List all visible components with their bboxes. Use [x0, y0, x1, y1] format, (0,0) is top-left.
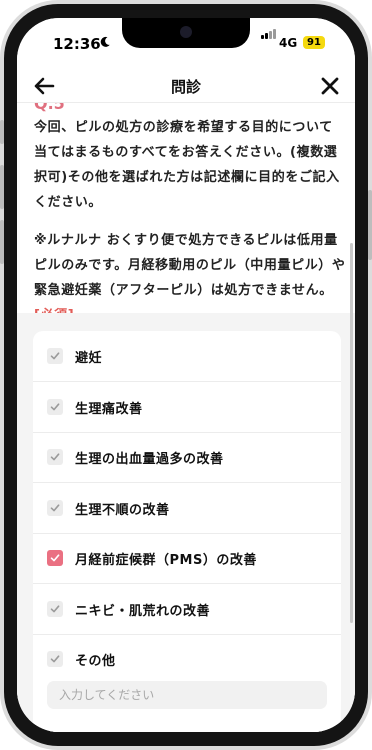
option-label: その他: [75, 654, 116, 669]
status-time: 12:36: [53, 35, 101, 53]
nav-bar: 問診: [17, 70, 355, 103]
option-label: 生理の出血量過多の改善: [75, 452, 224, 467]
check-icon: [50, 503, 60, 511]
question-text: 今回、ピルの処方の診療を希望する目的について当てはまるものすべてをお答えください…: [34, 120, 340, 210]
option-row[interactable]: 避妊: [33, 331, 341, 382]
camera-icon: [180, 26, 192, 38]
dynamic-island: [122, 18, 250, 48]
option-row[interactable]: その他: [33, 634, 341, 684]
option-label: 月経前症候群（PMS）の改善: [75, 553, 257, 568]
checkbox[interactable]: [47, 449, 63, 465]
options-card: 避妊生理痛改善生理の出血量過多の改善生理不順の改善月経前症候群（PMS）の改善ニ…: [33, 331, 341, 732]
checkbox[interactable]: [47, 600, 63, 617]
checkbox[interactable]: [47, 499, 63, 516]
option-label: 生理不順の改善: [75, 502, 170, 518]
option-label: 生理痛改善: [75, 401, 143, 417]
option-row[interactable]: ニキビ・肌荒れの改善: [33, 584, 341, 635]
question-content: Q.5 今回、ピルの処方の診療を希望する目的について当てはまるものすべてをお答え…: [17, 103, 355, 732]
scrollbar[interactable]: [350, 243, 353, 623]
option-label: ニキビ・肌荒れの改善: [75, 603, 211, 619]
power-button: [368, 190, 372, 260]
network-label: 4G: [279, 36, 298, 50]
option-row[interactable]: 生理痛改善: [33, 382, 341, 433]
option-row[interactable]: 月経前症候群（PMS）の改善: [33, 533, 341, 584]
check-icon: [50, 655, 60, 663]
moon-icon: [100, 36, 110, 47]
page-title: 問診: [170, 78, 201, 96]
option-row[interactable]: 生理不順の改善: [33, 483, 341, 534]
check-icon: [50, 453, 60, 461]
question-number: Q.5: [34, 103, 65, 113]
battery-icon: 91: [303, 36, 325, 49]
check-icon: [50, 554, 60, 562]
check-icon: [50, 402, 60, 410]
check-icon: [50, 604, 60, 612]
checkbox[interactable]: [47, 398, 63, 415]
check-icon: [50, 352, 60, 360]
option-row[interactable]: 生理の出血量過多の改善: [33, 432, 341, 483]
other-text-input[interactable]: [47, 681, 327, 709]
checkbox[interactable]: [47, 651, 63, 667]
options-panel: 避妊生理痛改善生理の出血量過多の改善生理不順の改善月経前症候群（PMS）の改善ニ…: [17, 313, 355, 732]
note-text: ※ルナルナ おくすり便で処方できるピルは低用量ピルのみです。月経移動用のピル（中…: [34, 233, 346, 298]
option-label: 避妊: [75, 351, 103, 366]
screen: 12:36 4G 91 問診 Q.5 今回、ピルの処方の診療を希望する目的につい…: [17, 18, 355, 732]
battery-level: 91: [307, 37, 321, 48]
close-icon[interactable]: [319, 75, 341, 97]
checkbox[interactable]: [47, 550, 63, 566]
checkbox[interactable]: [47, 348, 63, 364]
